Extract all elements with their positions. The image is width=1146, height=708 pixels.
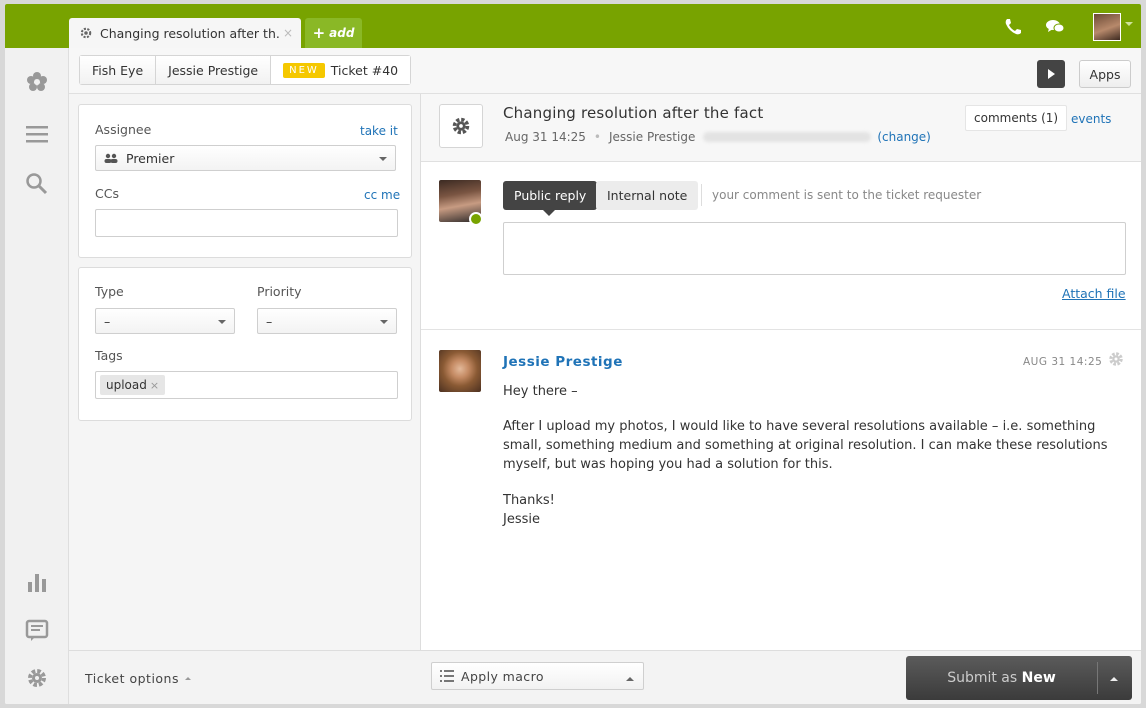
ticket-fields-box: Type – Priority – Tags upload × [78, 267, 412, 421]
apps-button[interactable]: Apps [1079, 60, 1131, 88]
reply-hint: your comment is sent to the ticket reque… [712, 188, 982, 202]
user-avatar[interactable] [1093, 13, 1121, 41]
apply-macro-label: Apply macro [461, 668, 544, 684]
group-icon [104, 153, 118, 163]
chevron-down-icon[interactable] [1125, 22, 1133, 30]
ticket-requester: Jessie Prestige [609, 130, 696, 144]
ccs-input[interactable] [95, 209, 398, 237]
views-icon[interactable] [25, 618, 49, 642]
gear-icon[interactable] [1107, 350, 1125, 368]
breadcrumb: Fish Eye Jessie Prestige NEW Ticket #40 [79, 55, 412, 85]
type-label: Type [95, 284, 124, 299]
ticket-options-button[interactable]: Ticket options [85, 671, 191, 686]
divider [1097, 662, 1098, 694]
chevron-up-icon [626, 673, 634, 681]
app-window: Changing resolution after th... × + add … [5, 4, 1141, 704]
ticket-main: Changing resolution after the fact Aug 3… [421, 94, 1141, 650]
add-tab-label: add [329, 26, 355, 40]
type-value: – [104, 313, 111, 329]
priority-select[interactable]: – [257, 308, 397, 334]
ticket-properties-panel: Assignee take it Premier CCs cc me Type … [69, 94, 421, 650]
chevron-down-icon [218, 320, 226, 328]
type-select[interactable]: – [95, 308, 235, 334]
tab-comments[interactable]: comments (1) [965, 105, 1068, 131]
comment-thanks: Thanks! [503, 493, 555, 508]
priority-value: – [266, 313, 273, 329]
zendesk-logo-icon[interactable] [25, 70, 49, 94]
public-reply-button[interactable]: Public reply [503, 181, 598, 216]
requester-email-blurred [703, 132, 872, 142]
ticket-tab[interactable]: Changing resolution after th... × [69, 18, 301, 48]
footer-bar: Ticket options Apply macro Submit as New [69, 650, 1141, 704]
tag-label: upload [106, 378, 147, 392]
assignee-select[interactable]: Premier [95, 145, 396, 171]
comment-item: Jessie Prestige AUG 31 14:25 Hey there –… [421, 330, 1141, 650]
gear-icon [452, 117, 470, 135]
comment-signature: Jessie [503, 512, 540, 527]
top-bar: Changing resolution after th... × + add [5, 4, 1141, 48]
breadcrumb-ticket[interactable]: NEW Ticket #40 [271, 56, 411, 84]
breadcrumb-requester[interactable]: Jessie Prestige [156, 56, 272, 84]
ticket-date: Aug 31 14:25 [505, 130, 586, 144]
reply-textarea[interactable] [503, 222, 1126, 275]
internal-note-button[interactable]: Internal note [596, 181, 699, 210]
play-button[interactable] [1037, 60, 1065, 88]
gear-icon [80, 27, 92, 39]
assignee-value: Premier [126, 150, 175, 166]
chevron-up-icon[interactable] [1110, 673, 1118, 681]
assignee-box: Assignee take it Premier CCs cc me [78, 104, 412, 258]
breadcrumb-organization[interactable]: Fish Eye [80, 56, 157, 84]
attach-file-link[interactable]: Attach file [1062, 286, 1126, 301]
tag-remove-icon[interactable]: × [150, 379, 159, 392]
comment-greeting: Hey there – [503, 384, 578, 399]
tags-label: Tags [95, 348, 123, 363]
ticket-tab-title: Changing resolution after th... [100, 25, 280, 41]
ticket-header: Changing resolution after the fact Aug 3… [421, 94, 1141, 162]
comment-body: After I upload my photos, I would like t… [503, 419, 1108, 472]
breadcrumb-bar: Fish Eye Jessie Prestige NEW Ticket #40 … [69, 48, 1141, 94]
change-requester-link[interactable]: (change) [877, 130, 931, 144]
chat-icon[interactable] [1045, 17, 1065, 37]
cc-me-link[interactable]: cc me [364, 188, 400, 202]
tag-chip[interactable]: upload × [100, 375, 166, 395]
search-icon[interactable] [25, 172, 49, 196]
ticket-title: Changing resolution after the fact [503, 104, 764, 122]
requester-avatar [439, 350, 481, 392]
phone-icon[interactable] [1003, 17, 1023, 37]
comment-author[interactable]: Jessie Prestige [503, 354, 623, 370]
admin-gear-icon[interactable] [25, 666, 49, 690]
ticket-options-label: Ticket options [85, 671, 179, 686]
take-it-link[interactable]: take it [360, 124, 398, 138]
submit-status: New [1021, 670, 1056, 686]
reports-icon[interactable] [25, 570, 49, 594]
plus-icon: + [312, 24, 326, 42]
separator-dot: • [593, 130, 601, 144]
list-icon [440, 670, 454, 682]
tags-input[interactable]: upload × [95, 371, 398, 399]
ticket-settings-button[interactable] [439, 104, 483, 148]
agent-badge-icon [469, 212, 483, 226]
submit-button[interactable]: Submit as New [906, 656, 1132, 700]
status-badge: NEW [283, 62, 325, 78]
ccs-label: CCs [95, 186, 119, 201]
sidebar [5, 48, 69, 704]
ticket-meta: Aug 31 14:25 • Jessie Prestige (change) [505, 130, 931, 144]
divider [701, 184, 702, 206]
priority-label: Priority [257, 284, 302, 299]
ticket-number: Ticket #40 [330, 62, 399, 78]
apply-macro-select[interactable]: Apply macro [431, 662, 644, 690]
add-tab-button[interactable]: + add [305, 18, 362, 48]
close-icon[interactable]: × [283, 26, 293, 40]
reply-area: Public reply Internal note your comment … [421, 162, 1141, 330]
chevron-down-icon [379, 157, 387, 165]
menu-icon[interactable] [25, 122, 49, 146]
chevron-down-icon [380, 320, 388, 328]
assignee-label: Assignee [95, 122, 152, 137]
tab-events[interactable]: events [1071, 112, 1111, 126]
submit-prefix: Submit as [947, 670, 1018, 686]
submit-label: Submit as New [906, 670, 1097, 686]
chevron-up-icon [185, 674, 191, 680]
comment-date: AUG 31 14:25 [1023, 356, 1103, 368]
